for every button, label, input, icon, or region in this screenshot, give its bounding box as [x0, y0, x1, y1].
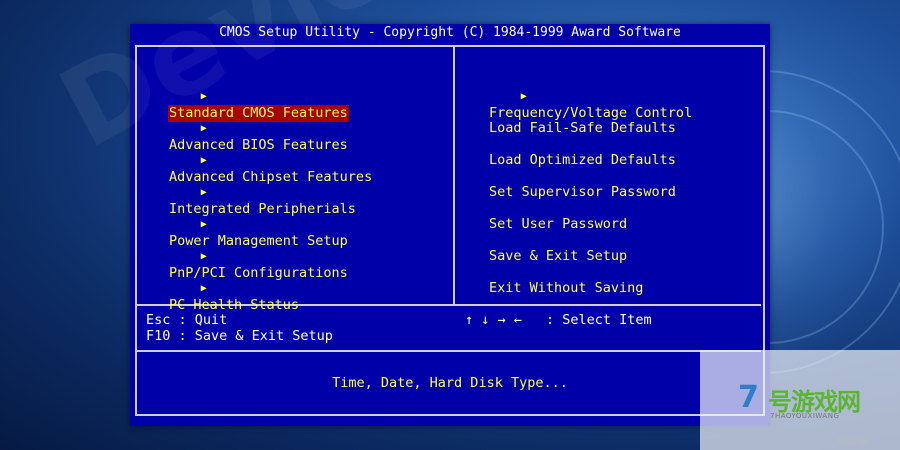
triangle-right-icon: ▶	[200, 283, 207, 294]
menu-item-load-fail-safe-defaults[interactable]: Load Fail-Safe Defaults	[472, 103, 676, 136]
menu-item-exit-without-saving[interactable]: Exit Without Saving	[472, 263, 643, 296]
triangle-right-icon: ▶	[200, 219, 207, 230]
menu-item-standard-cmos-features[interactable]: ▶ Standard CMOS Features	[152, 71, 349, 122]
help-select-item: : Select Item	[546, 312, 652, 328]
site-logo: 7 号游戏网 7HAOYOUXIWANG 系统之家	[700, 350, 900, 450]
help-f10-save-exit: F10 : Save & Exit Setup	[146, 328, 333, 344]
triangle-right-icon: ▶	[200, 251, 207, 262]
menu-item-integrated-peripherials[interactable]: ▶ Integrated Peripherials	[152, 167, 356, 217]
triangle-right-icon: ▶	[200, 187, 207, 198]
triangle-right-icon: ▶	[520, 91, 527, 102]
menu-item-advanced-bios-features[interactable]: ▶ Advanced BIOS Features	[152, 103, 348, 153]
logo-subtitle-secondary: 系统之家	[835, 437, 867, 446]
outer-frame	[135, 45, 765, 416]
triangle-right-icon: ▶	[200, 91, 207, 102]
menu-item-power-management-setup[interactable]: ▶ Power Management Setup	[152, 199, 348, 249]
item-description: Time, Date, Hard Disk Type...	[332, 375, 568, 391]
bios-window: CMOS Setup Utility - Copyright (C) 1984-…	[130, 24, 770, 426]
triangle-right-icon: ▶	[200, 123, 207, 134]
menu-item-frequency-voltage-control[interactable]: ▶ Frequency/Voltage Control	[472, 71, 692, 121]
menu-item-set-user-password[interactable]: Set User Password	[472, 199, 627, 232]
menu-item-label: Exit Without Saving	[489, 280, 644, 296]
triangle-right-icon: ▶	[200, 155, 207, 166]
menu-item-advanced-chipset-features[interactable]: ▶ Advanced Chipset Features	[152, 135, 372, 185]
logo-subtitle: 7HAOYOUXIWANG	[770, 412, 840, 420]
menu-item-pnp-pci-configurations[interactable]: ▶ PnP/PCI Configurations	[152, 231, 348, 281]
menu-item-save-and-exit-setup[interactable]: Save & Exit Setup	[472, 231, 627, 264]
help-esc-quit: Esc : Quit	[146, 312, 228, 328]
logo-number: 7	[738, 380, 759, 415]
column-divider	[453, 45, 455, 304]
window-title: CMOS Setup Utility - Copyright (C) 1984-…	[219, 25, 681, 40]
menu-item-set-supervisor-password[interactable]: Set Supervisor Password	[472, 167, 676, 200]
help-separator	[135, 350, 761, 352]
menu-item-load-optimized-defaults[interactable]: Load Optimized Defaults	[472, 135, 676, 168]
arrow-keys-icon: ↑ ↓ → ←	[465, 312, 522, 328]
menu-item-pc-health-status[interactable]: ▶ PC Health Status	[152, 263, 299, 313]
